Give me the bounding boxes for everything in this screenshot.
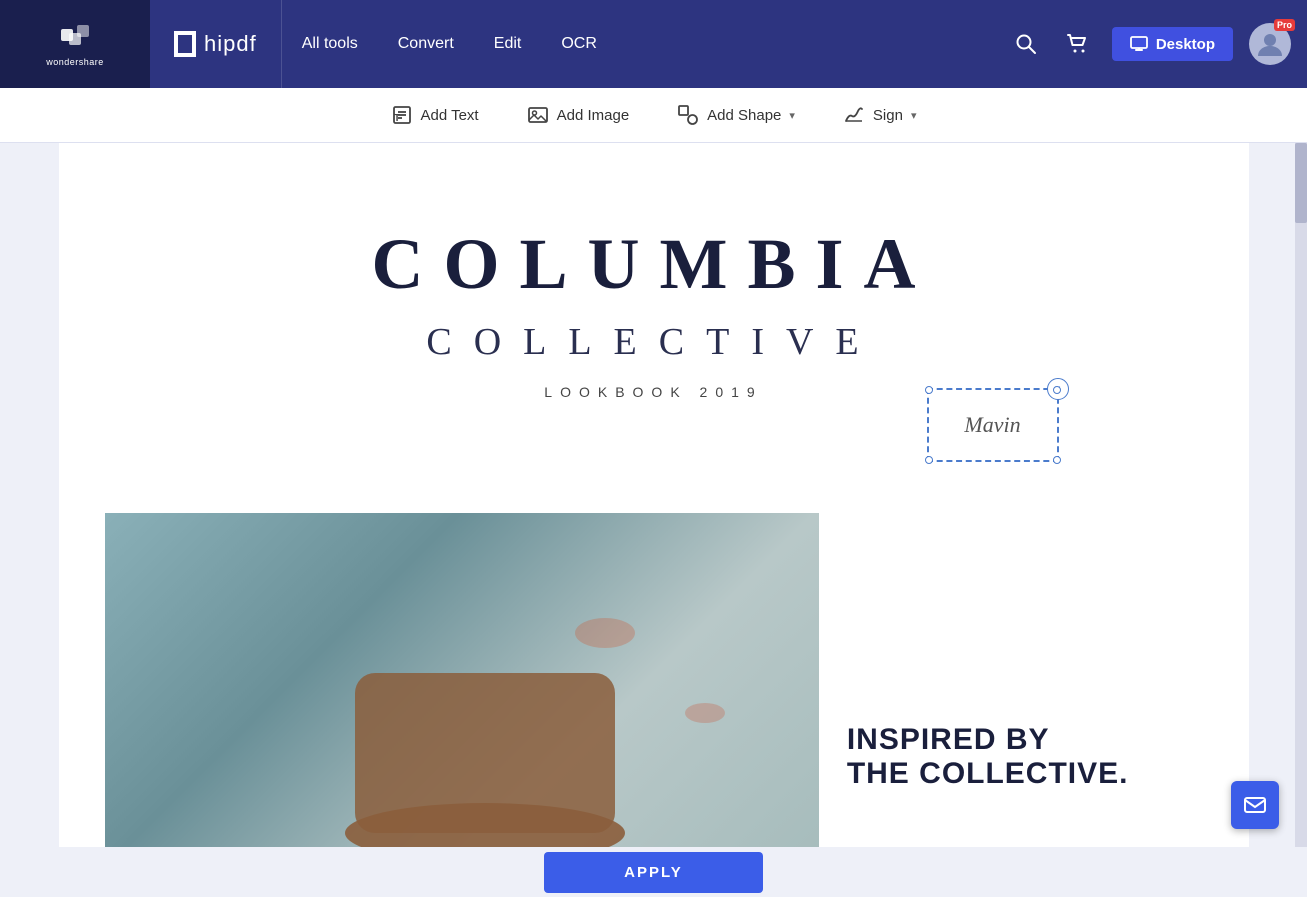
desktop-icon bbox=[1130, 35, 1148, 53]
hipdf-logo-box bbox=[174, 31, 196, 57]
columbia-title: COLUMBIA bbox=[59, 223, 1249, 306]
avatar-icon bbox=[1256, 30, 1284, 58]
nav-actions: Desktop Pro bbox=[1008, 23, 1307, 65]
sig-handle-bl[interactable] bbox=[925, 456, 933, 464]
hipdf-logo-inner bbox=[178, 35, 192, 53]
add-text-label: Add Text bbox=[421, 107, 479, 124]
nav-edit[interactable]: Edit bbox=[494, 31, 522, 57]
add-image-button[interactable]: Add Image bbox=[527, 104, 630, 126]
signature-box[interactable]: × Mavin bbox=[927, 388, 1059, 462]
nav-convert[interactable]: Convert bbox=[398, 31, 454, 57]
hipdf-name: hipdf bbox=[204, 31, 257, 57]
sign-label: Sign bbox=[873, 107, 903, 124]
cart-icon bbox=[1066, 32, 1090, 56]
cart-button[interactable] bbox=[1060, 26, 1096, 62]
inspired-line2: THE COLLECTIVE. bbox=[847, 757, 1129, 791]
user-avatar-wrap[interactable]: Pro bbox=[1249, 23, 1291, 65]
add-shape-icon bbox=[677, 104, 699, 126]
wondershare-label: wondershare bbox=[46, 57, 104, 67]
wondershare-brand[interactable]: wondershare bbox=[0, 0, 150, 88]
sig-handle-br[interactable] bbox=[1053, 456, 1061, 464]
add-text-icon: T bbox=[391, 104, 413, 126]
editor-toolbar: T Add Text Add Image Add Shape ▾ bbox=[0, 88, 1307, 143]
inspired-text: INSPIRED BY THE COLLECTIVE. bbox=[847, 723, 1129, 791]
chair-svg bbox=[105, 513, 819, 847]
search-button[interactable] bbox=[1008, 26, 1044, 62]
main-content: COLUMBIA COLLECTIVE LOOKBOOK 2019 × Mavi… bbox=[0, 143, 1307, 847]
nav-ocr[interactable]: OCR bbox=[561, 31, 597, 57]
ws-logo: wondershare bbox=[46, 21, 104, 67]
add-image-icon bbox=[527, 104, 549, 126]
sign-icon bbox=[843, 104, 865, 126]
desktop-button[interactable]: Desktop bbox=[1112, 27, 1233, 61]
sign-chevron: ▾ bbox=[911, 109, 917, 122]
email-icon bbox=[1243, 793, 1267, 817]
signature-text: Mavin bbox=[964, 412, 1020, 438]
chair-photo bbox=[105, 513, 819, 847]
desktop-label: Desktop bbox=[1156, 36, 1215, 53]
collective-subtitle: COLLECTIVE bbox=[59, 320, 1249, 364]
top-navbar: wondershare hipdf All tools Convert Edit… bbox=[0, 0, 1307, 88]
apply-button[interactable]: APPLY bbox=[544, 852, 763, 893]
apply-bar: APPLY bbox=[0, 847, 1307, 897]
lookbook-text: LOOKBOOK 2019 bbox=[59, 384, 1249, 400]
add-shape-button[interactable]: Add Shape ▾ bbox=[677, 104, 795, 126]
sig-handle-tl[interactable] bbox=[925, 386, 933, 394]
sign-button[interactable]: Sign ▾ bbox=[843, 104, 917, 126]
hipdf-brand[interactable]: hipdf bbox=[150, 0, 282, 88]
scrollbar-track[interactable] bbox=[1295, 143, 1307, 847]
add-image-label: Add Image bbox=[557, 107, 630, 124]
nav-links: All tools Convert Edit OCR bbox=[282, 31, 1008, 57]
pro-badge: Pro bbox=[1274, 19, 1295, 31]
nav-all-tools[interactable]: All tools bbox=[302, 31, 358, 57]
email-fab-button[interactable] bbox=[1231, 781, 1279, 829]
search-icon bbox=[1015, 33, 1037, 55]
add-shape-label: Add Shape bbox=[707, 107, 781, 124]
scrollbar-thumb[interactable] bbox=[1295, 143, 1307, 223]
inspired-line1: INSPIRED BY bbox=[847, 723, 1129, 757]
pdf-canvas: COLUMBIA COLLECTIVE LOOKBOOK 2019 × Mavi… bbox=[59, 143, 1249, 847]
add-text-button[interactable]: T Add Text bbox=[391, 104, 479, 126]
svg-text:T: T bbox=[394, 113, 400, 124]
sig-handle-tr[interactable] bbox=[1053, 386, 1061, 394]
add-shape-chevron: ▾ bbox=[789, 109, 795, 122]
